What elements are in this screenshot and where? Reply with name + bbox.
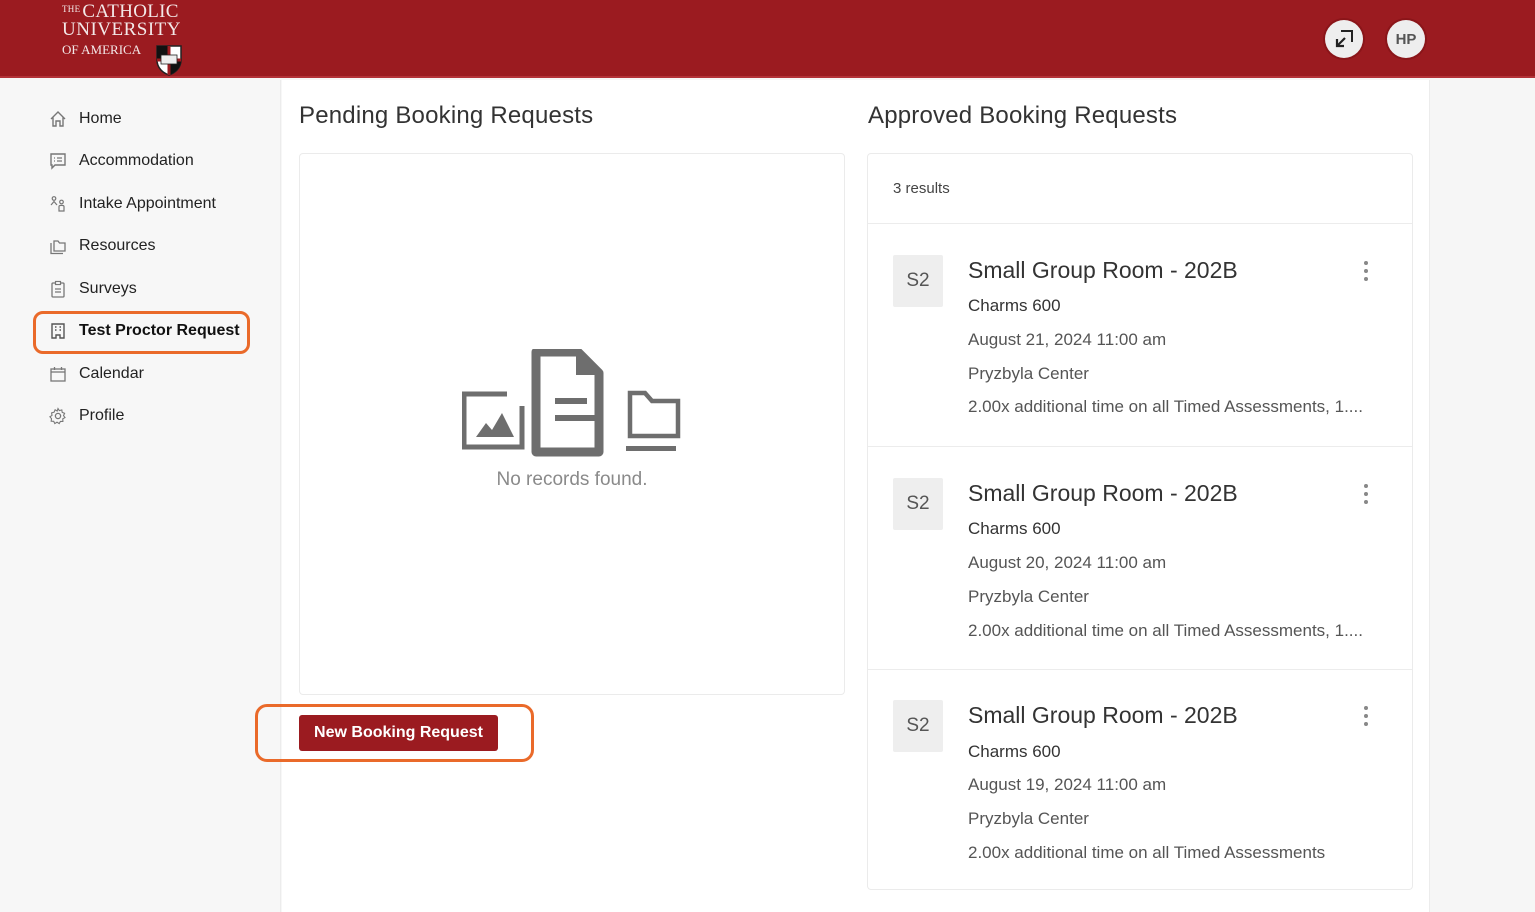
sidebar-item-surveys[interactable]: Surveys <box>48 274 137 304</box>
calendar-icon <box>48 364 68 384</box>
logo-the: THE <box>62 4 81 14</box>
booking-room[interactable]: Small Group Room - 202B <box>968 257 1238 284</box>
sidebar: Home Accommodation Intake Appointment Re… <box>0 80 281 912</box>
booking-location: Pryzbyla Center <box>968 587 1089 606</box>
top-header: THE CATHOLIC UNIVERSITY OF AMERICA HP <box>0 0 1535 78</box>
university-logo[interactable]: THE CATHOLIC UNIVERSITY OF AMERICA <box>62 0 192 78</box>
clipboard-icon <box>48 279 68 299</box>
building-icon <box>48 321 68 341</box>
home-icon <box>48 109 68 129</box>
booking-avatar: S2 <box>893 255 943 307</box>
empty-state-illustration <box>300 347 844 462</box>
booking-course: Charms 600 <box>968 519 1061 538</box>
booking-list-item[interactable]: S2 Small Group Room - 202B Charms 600 Au… <box>868 670 1412 892</box>
folders-icon <box>48 236 68 256</box>
booking-accommodation: 2.00x additional time on all Timed Asses… <box>968 621 1363 640</box>
more-options-icon[interactable] <box>1356 259 1376 283</box>
booking-datetime: August 19, 2024 11:00 am <box>968 775 1167 794</box>
booking-list-item[interactable]: S2 Small Group Room - 202B Charms 600 Au… <box>868 225 1412 447</box>
approved-section-title: Approved Booking Requests <box>868 102 1178 129</box>
expand-arrows-icon <box>1335 30 1353 48</box>
booking-location: Pryzbyla Center <box>968 364 1089 383</box>
booking-avatar: S2 <box>893 478 943 530</box>
sidebar-item-home[interactable]: Home <box>48 104 122 134</box>
shield-crest-icon <box>156 45 182 76</box>
logo-line2: UNIVERSITY <box>62 19 181 40</box>
booking-course: Charms 600 <box>968 296 1061 315</box>
user-avatar[interactable]: HP <box>1387 20 1425 58</box>
booking-list-item[interactable]: S2 Small Group Room - 202B Charms 600 Au… <box>868 448 1412 670</box>
message-list-icon <box>48 151 68 171</box>
sidebar-item-calendar[interactable]: Calendar <box>48 359 144 389</box>
right-gutter <box>1429 80 1535 912</box>
more-options-icon[interactable] <box>1356 482 1376 506</box>
new-booking-request-button[interactable]: New Booking Request <box>299 715 498 751</box>
pending-panel: No records found. <box>299 153 845 695</box>
booking-datetime: August 21, 2024 11:00 am <box>968 330 1167 349</box>
booking-avatar: S2 <box>893 700 943 752</box>
booking-accommodation: 2.00x additional time on all Timed Asses… <box>968 397 1363 416</box>
people-icon <box>48 194 68 214</box>
booking-room[interactable]: Small Group Room - 202B <box>968 702 1238 729</box>
expand-button[interactable] <box>1325 20 1363 58</box>
more-options-icon[interactable] <box>1356 704 1376 728</box>
empty-message: No records found. <box>496 469 648 490</box>
sidebar-item-profile[interactable]: Profile <box>48 401 124 431</box>
sidebar-item-intake-appointment[interactable]: Intake Appointment <box>48 189 216 219</box>
empty-files-icon <box>461 347 681 457</box>
booking-location: Pryzbyla Center <box>968 809 1089 828</box>
booking-room[interactable]: Small Group Room - 202B <box>968 480 1238 507</box>
results-count: 3 results <box>868 154 1412 224</box>
booking-datetime: August 20, 2024 11:00 am <box>968 553 1167 572</box>
sidebar-item-test-proctor-request[interactable]: Test Proctor Request <box>48 316 240 346</box>
gear-icon <box>48 406 68 426</box>
logo-line3: OF AMERICA <box>62 42 142 57</box>
sidebar-item-resources[interactable]: Resources <box>48 231 155 261</box>
booking-accommodation: 2.00x additional time on all Timed Asses… <box>968 843 1326 862</box>
sidebar-item-accommodation[interactable]: Accommodation <box>48 146 194 176</box>
booking-course: Charms 600 <box>968 742 1061 761</box>
approved-panel: 3 results S2 Small Group Room - 202B Cha… <box>867 153 1413 890</box>
pending-section-title: Pending Booking Requests <box>299 102 594 129</box>
